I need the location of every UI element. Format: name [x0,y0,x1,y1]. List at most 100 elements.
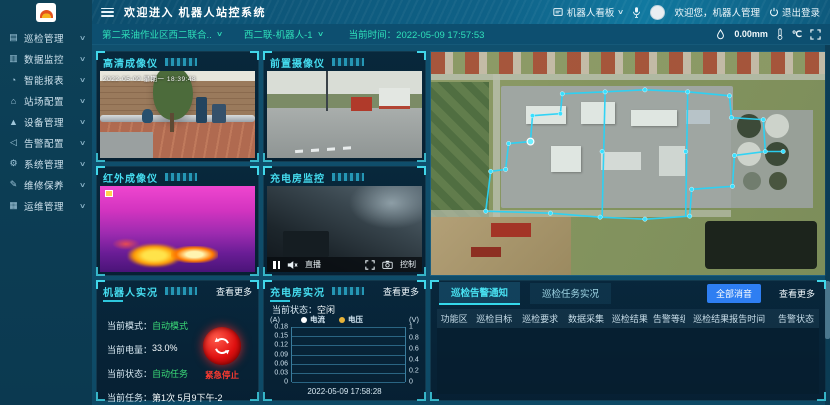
board-select[interactable]: 机器人看板 ∨ [553,5,624,19]
corner-bracket [817,280,826,289]
video-fullscreen-icon[interactable] [365,260,375,270]
company-logo [36,3,56,22]
page-scrollbar [825,45,830,405]
axis-tick: 0 [284,379,288,386]
corner-bracket [417,280,426,289]
live-label[interactable]: 直播 [305,259,321,270]
status-row-task: 当前任务：第1次 5月9下午-2 [107,391,223,404]
legend-item-voltage[interactable]: 电压 [339,314,363,325]
inspection-icon [7,32,20,43]
legend-item-current[interactable]: 电流 [301,314,325,325]
corner-bracket [263,166,272,175]
sidebar-item-device[interactable]: 设备管理 ∨ [0,111,92,132]
robot-select[interactable]: 西二联-机器人-1 ∨ [244,27,323,41]
corner-bracket [417,153,426,162]
scene-building [379,88,410,109]
panel-title: 机器人实况 [103,284,158,299]
panel-hd-camera: 高清成像仪 2022-05-09 星期一 18:39:48 [96,51,259,162]
speaker-muted-icon[interactable] [287,260,298,270]
tab-alarm-notifications[interactable]: 巡检告警通知 [439,282,520,305]
gridline [292,327,405,328]
sidebar-item-maintenance[interactable]: 维修保养 ∨ [0,174,92,195]
panel-charge-room-camera: 充电房监控 直播 控制 [263,166,426,276]
corner-bracket [417,166,426,175]
weather-indicators: 0.00mm ℃ [715,28,830,40]
sidebar-item-alarm-config[interactable]: 告警配置 ∨ [0,132,92,153]
sidebar-item-system[interactable]: 系统管理 ∨ [0,153,92,174]
corner-bracket [417,392,426,401]
panel-inspection-alarms: 巡检告警通知 巡检任务实况 全部消音 查看更多 功能区 巡检目标 巡检要求 数据… [430,280,826,401]
user-avatar [650,5,665,20]
board-icon [553,7,563,17]
panel-title: 充电房实况 [270,284,325,299]
rotate-arrows-icon [211,335,233,357]
current-time-value: 2022-05-09 17:57:53 [396,30,484,41]
sidebar-item-label: 数据监控 [24,52,80,66]
chevron-down-icon: ∨ [79,160,86,168]
system-icon [7,158,20,169]
fullscreen-icon[interactable] [810,29,821,40]
column-header: 巡检要求 [517,312,563,325]
rainfall-icon [715,29,726,40]
current-time-label: 当前时间： [349,30,397,41]
ptz-control-label[interactable]: 控制 [400,259,416,270]
plant-aerial-map[interactable] [430,51,826,276]
thermometer-icon [776,28,784,40]
scene-road [267,108,422,158]
sidebar-item-data-monitor[interactable]: 数据监控 ∨ [0,48,92,69]
sidebar-item-reports[interactable]: 智能报表 ∨ [0,69,92,90]
corner-bracket [430,280,439,289]
title-deco-bars [165,58,197,66]
row-label: 当前电量： [107,343,152,356]
station-select[interactable]: 第二采油作业区西二联合.. ∨ [102,27,222,41]
infrared-camera-feed [100,186,255,272]
microphone-icon[interactable] [632,6,641,19]
view-more-link[interactable]: 查看更多 [383,285,419,298]
menu-toggle-icon[interactable] [101,8,114,17]
logout-button[interactable]: 退出登录 [769,5,820,19]
sidebar-item-label: 站场配置 [24,94,80,108]
axis-tick: 0.8 [409,335,419,342]
operations-icon [7,200,20,211]
chevron-down-icon: ∨ [79,55,86,63]
chevron-down-icon: ∨ [617,8,624,16]
maintenance-icon [7,179,20,190]
pause-button[interactable] [273,261,280,269]
column-header: 巡检目标 [471,312,517,325]
corner-bracket [430,392,439,401]
corner-bracket [250,153,259,162]
chevron-down-icon: ∨ [79,34,86,42]
chevron-down-icon: ∨ [79,202,86,210]
alarm-tabs: 巡检告警通知 巡检任务实况 全部消音 查看更多 [431,281,825,303]
view-more-link[interactable]: 查看更多 [216,285,252,298]
sidebar-item-station-config[interactable]: 站场配置 ∨ [0,90,92,111]
view-more-link[interactable]: 查看更多 [779,287,815,300]
gridline [292,364,405,365]
mute-all-button[interactable]: 全部消音 [707,284,761,303]
legend-label: 电流 [310,314,325,325]
tab-task-live[interactable]: 巡检任务实况 [530,283,611,304]
corner-bracket [96,153,105,162]
gridline [292,382,405,383]
robot-position-marker [527,138,534,145]
chart-grid [291,327,406,382]
row-label: 当前任务： [107,391,152,404]
axis-tick: 0.15 [274,333,288,340]
device-icon [7,117,20,127]
axis-tick: 0.09 [274,351,288,358]
sidebar-item-label: 运维管理 [24,199,80,213]
sidebar-item-operations[interactable]: 运维管理 ∨ [0,195,92,216]
chevron-down-icon: ∨ [79,181,86,189]
scrollbar-thumb[interactable] [825,281,830,339]
emergency-stop-button[interactable]: 紧急停止 [198,327,246,381]
chart-plot-area: 0.18 0.15 0.12 0.09 0.06 0.03 0 [268,327,421,382]
snapshot-camera-icon[interactable] [382,260,393,269]
video-control-bar: 直播 控制 [267,257,422,272]
panel-robot-status: 机器人实况 查看更多 当前模式：自动模式 当前电量：33.0% 当前状态：自动任… [96,280,259,401]
header-right: 机器人看板 ∨ 欢迎您，机器人管理 退出登录 [553,5,830,20]
emergency-stop-circle[interactable] [203,327,241,365]
corner-bracket [96,166,105,175]
axis-tick: 0 [409,379,413,386]
corner-bracket [417,267,426,276]
sidebar-item-inspection[interactable]: 巡检管理 ∨ [0,27,92,48]
